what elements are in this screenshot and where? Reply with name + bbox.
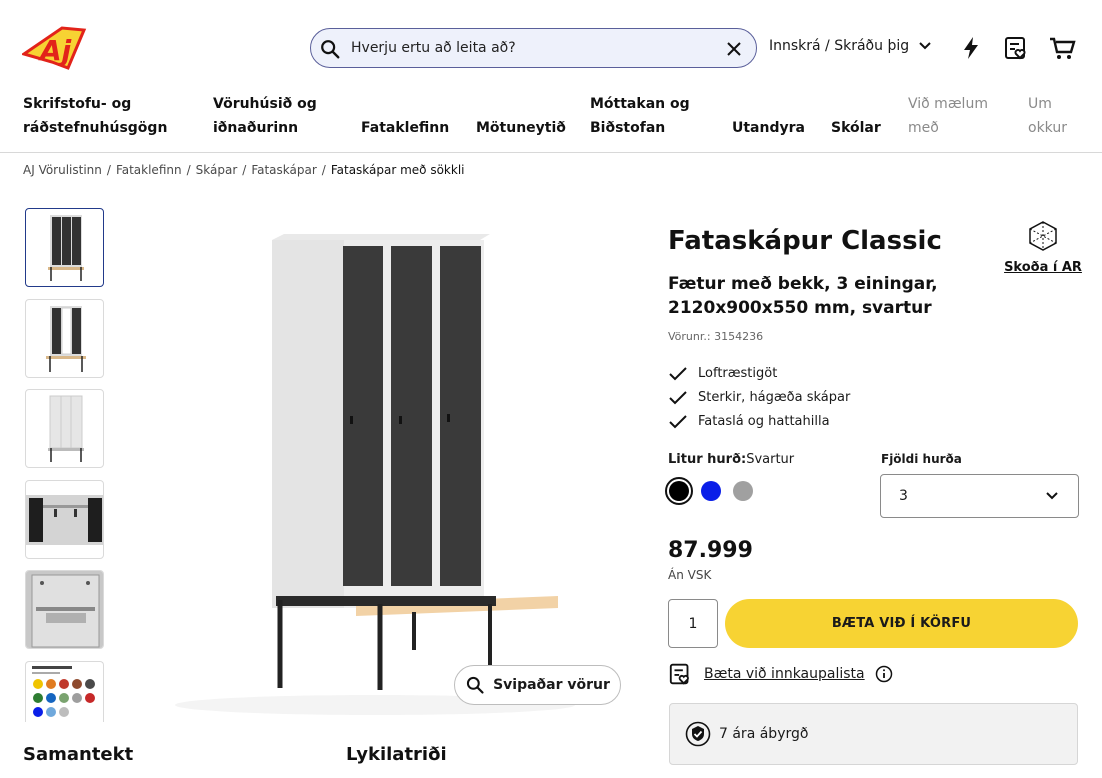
thumbnail-3[interactable] xyxy=(25,389,104,468)
door-count-select[interactable]: 3 xyxy=(880,474,1079,518)
info-icon[interactable] xyxy=(875,665,893,683)
search-icon xyxy=(466,676,484,694)
feature-list: Loftræstigöt Sterkir, hágæða skápar Fata… xyxy=(668,362,850,434)
chevron-down-icon xyxy=(919,42,931,50)
quick-order-icon[interactable] xyxy=(957,34,985,62)
nav-item-canteen[interactable]: Mötuneytið xyxy=(476,116,566,140)
breadcrumb-link[interactable]: Skápar xyxy=(196,163,238,177)
product-price: 87.999 xyxy=(668,538,753,563)
feature-text: Loftræstigöt xyxy=(698,366,778,381)
feature-item: Sterkir, hágæða skápar xyxy=(668,386,850,410)
thumbnail-5[interactable] xyxy=(25,570,104,649)
thumbnail-4[interactable] xyxy=(25,480,104,559)
thumbnail-1[interactable] xyxy=(25,208,104,287)
feature-text: Fataslá og hattahilla xyxy=(698,414,830,429)
product-subtitle: Fætur með bekk, 3 einingar, 2120x900x550… xyxy=(668,274,938,318)
check-icon xyxy=(669,391,687,405)
breadcrumb-link[interactable]: Fataskápar xyxy=(251,163,316,177)
quantity-input[interactable]: 1 xyxy=(668,599,718,648)
chevron-down-icon xyxy=(1046,492,1058,500)
color-swatch-grey[interactable] xyxy=(733,481,753,501)
color-swatch-black[interactable] xyxy=(669,481,689,501)
breadcrumb-link[interactable]: Fataklefinn xyxy=(116,163,182,177)
color-swatch-blue[interactable] xyxy=(701,481,721,501)
view-in-ar-button[interactable]: Skoða í AR xyxy=(1004,220,1082,275)
site-header: Aj Innskrá / Skráðu þig xyxy=(0,0,1102,96)
nav-item-about[interactable]: Um okkur xyxy=(1028,92,1078,140)
search-icon[interactable] xyxy=(319,38,341,60)
cart-icon[interactable] xyxy=(1048,34,1076,62)
product-title: Fataskápur Classic xyxy=(668,226,942,256)
shopping-list-icon[interactable] xyxy=(1003,34,1031,62)
door-count-label: Fjöldi hurða xyxy=(881,452,962,466)
breadcrumb-link[interactable]: AJ Vörulistinn xyxy=(23,163,102,177)
thumbnail-2[interactable] xyxy=(25,299,104,378)
check-icon xyxy=(669,415,687,429)
login-label[interactable]: Innskrá / Skráðu þig xyxy=(769,38,909,54)
nav-item-recommend[interactable]: Við mælum með xyxy=(908,92,1003,140)
product-sku: Vörunr.: 3154236 xyxy=(668,330,764,343)
similar-products-button[interactable]: Svipaðar vörur xyxy=(454,665,621,705)
nav-item-office[interactable]: Skrifstofu- og ráðstefnuhúsgögn xyxy=(23,92,183,140)
nav-item-reception[interactable]: Móttakan og Biðstofan xyxy=(590,92,700,140)
warranty-text: 7 ára ábyrgð xyxy=(719,726,809,742)
add-to-shopping-list-label[interactable]: Bæta við innkaupalista xyxy=(704,666,865,682)
add-to-shopping-list[interactable]: Bæta við innkaupalista xyxy=(668,661,893,687)
feature-item: Loftræstigöt xyxy=(668,362,850,386)
door-color-title: Litur hurð: xyxy=(668,452,747,467)
check-icon xyxy=(669,367,687,381)
warranty-shield-icon xyxy=(685,721,711,747)
breadcrumb-current: Fataskápar með sökkli xyxy=(330,163,465,177)
add-to-cart-button[interactable]: BÆTA VIÐ Í KÖRFU xyxy=(725,599,1078,648)
ar-cube-icon xyxy=(1029,221,1057,251)
main-nav: Skrifstofu- og ráðstefnuhúsgögn Vöruhúsi… xyxy=(0,92,1102,153)
summary-heading: Samantekt xyxy=(23,744,134,765)
door-color-value: Svartur xyxy=(746,452,795,467)
breadcrumb: AJ Vörulistinn / Fataklefinn / Skápar / Fatask… xyxy=(23,163,465,177)
key-features-heading: Lykilatriði xyxy=(346,744,447,765)
similar-products-label: Svipaðar vörur xyxy=(493,677,610,693)
svg-text:Aj: Aj xyxy=(38,34,72,67)
clear-search-icon[interactable] xyxy=(724,39,744,59)
aj-logo[interactable]: Aj xyxy=(20,24,88,72)
nav-item-wardrobe[interactable]: Fataklefinn xyxy=(361,116,449,140)
door-count-value: 3 xyxy=(899,488,908,504)
nav-item-schools[interactable]: Skólar xyxy=(831,116,881,140)
shopping-list-icon xyxy=(669,663,689,685)
search-bar[interactable] xyxy=(310,28,757,68)
search-input[interactable] xyxy=(351,36,721,60)
thumbnail-6[interactable] xyxy=(25,661,104,722)
feature-item: Fataslá og hattahilla xyxy=(668,410,850,434)
feature-text: Sterkir, hágæða skápar xyxy=(698,390,851,405)
door-color-label: Litur hurð:Svartur xyxy=(668,452,794,467)
login-menu[interactable]: Innskrá / Skráðu þig xyxy=(769,38,933,54)
product-image xyxy=(160,200,630,720)
warranty-box: 7 ára ábyrgð xyxy=(669,703,1078,765)
nav-item-warehouse[interactable]: Vöruhúsið og iðnaðurinn xyxy=(213,92,333,140)
vat-note: Án VSK xyxy=(668,568,712,582)
nav-item-outdoor[interactable]: Utandyra xyxy=(732,116,805,140)
view-in-ar-label[interactable]: Skoða í AR xyxy=(1004,260,1082,275)
